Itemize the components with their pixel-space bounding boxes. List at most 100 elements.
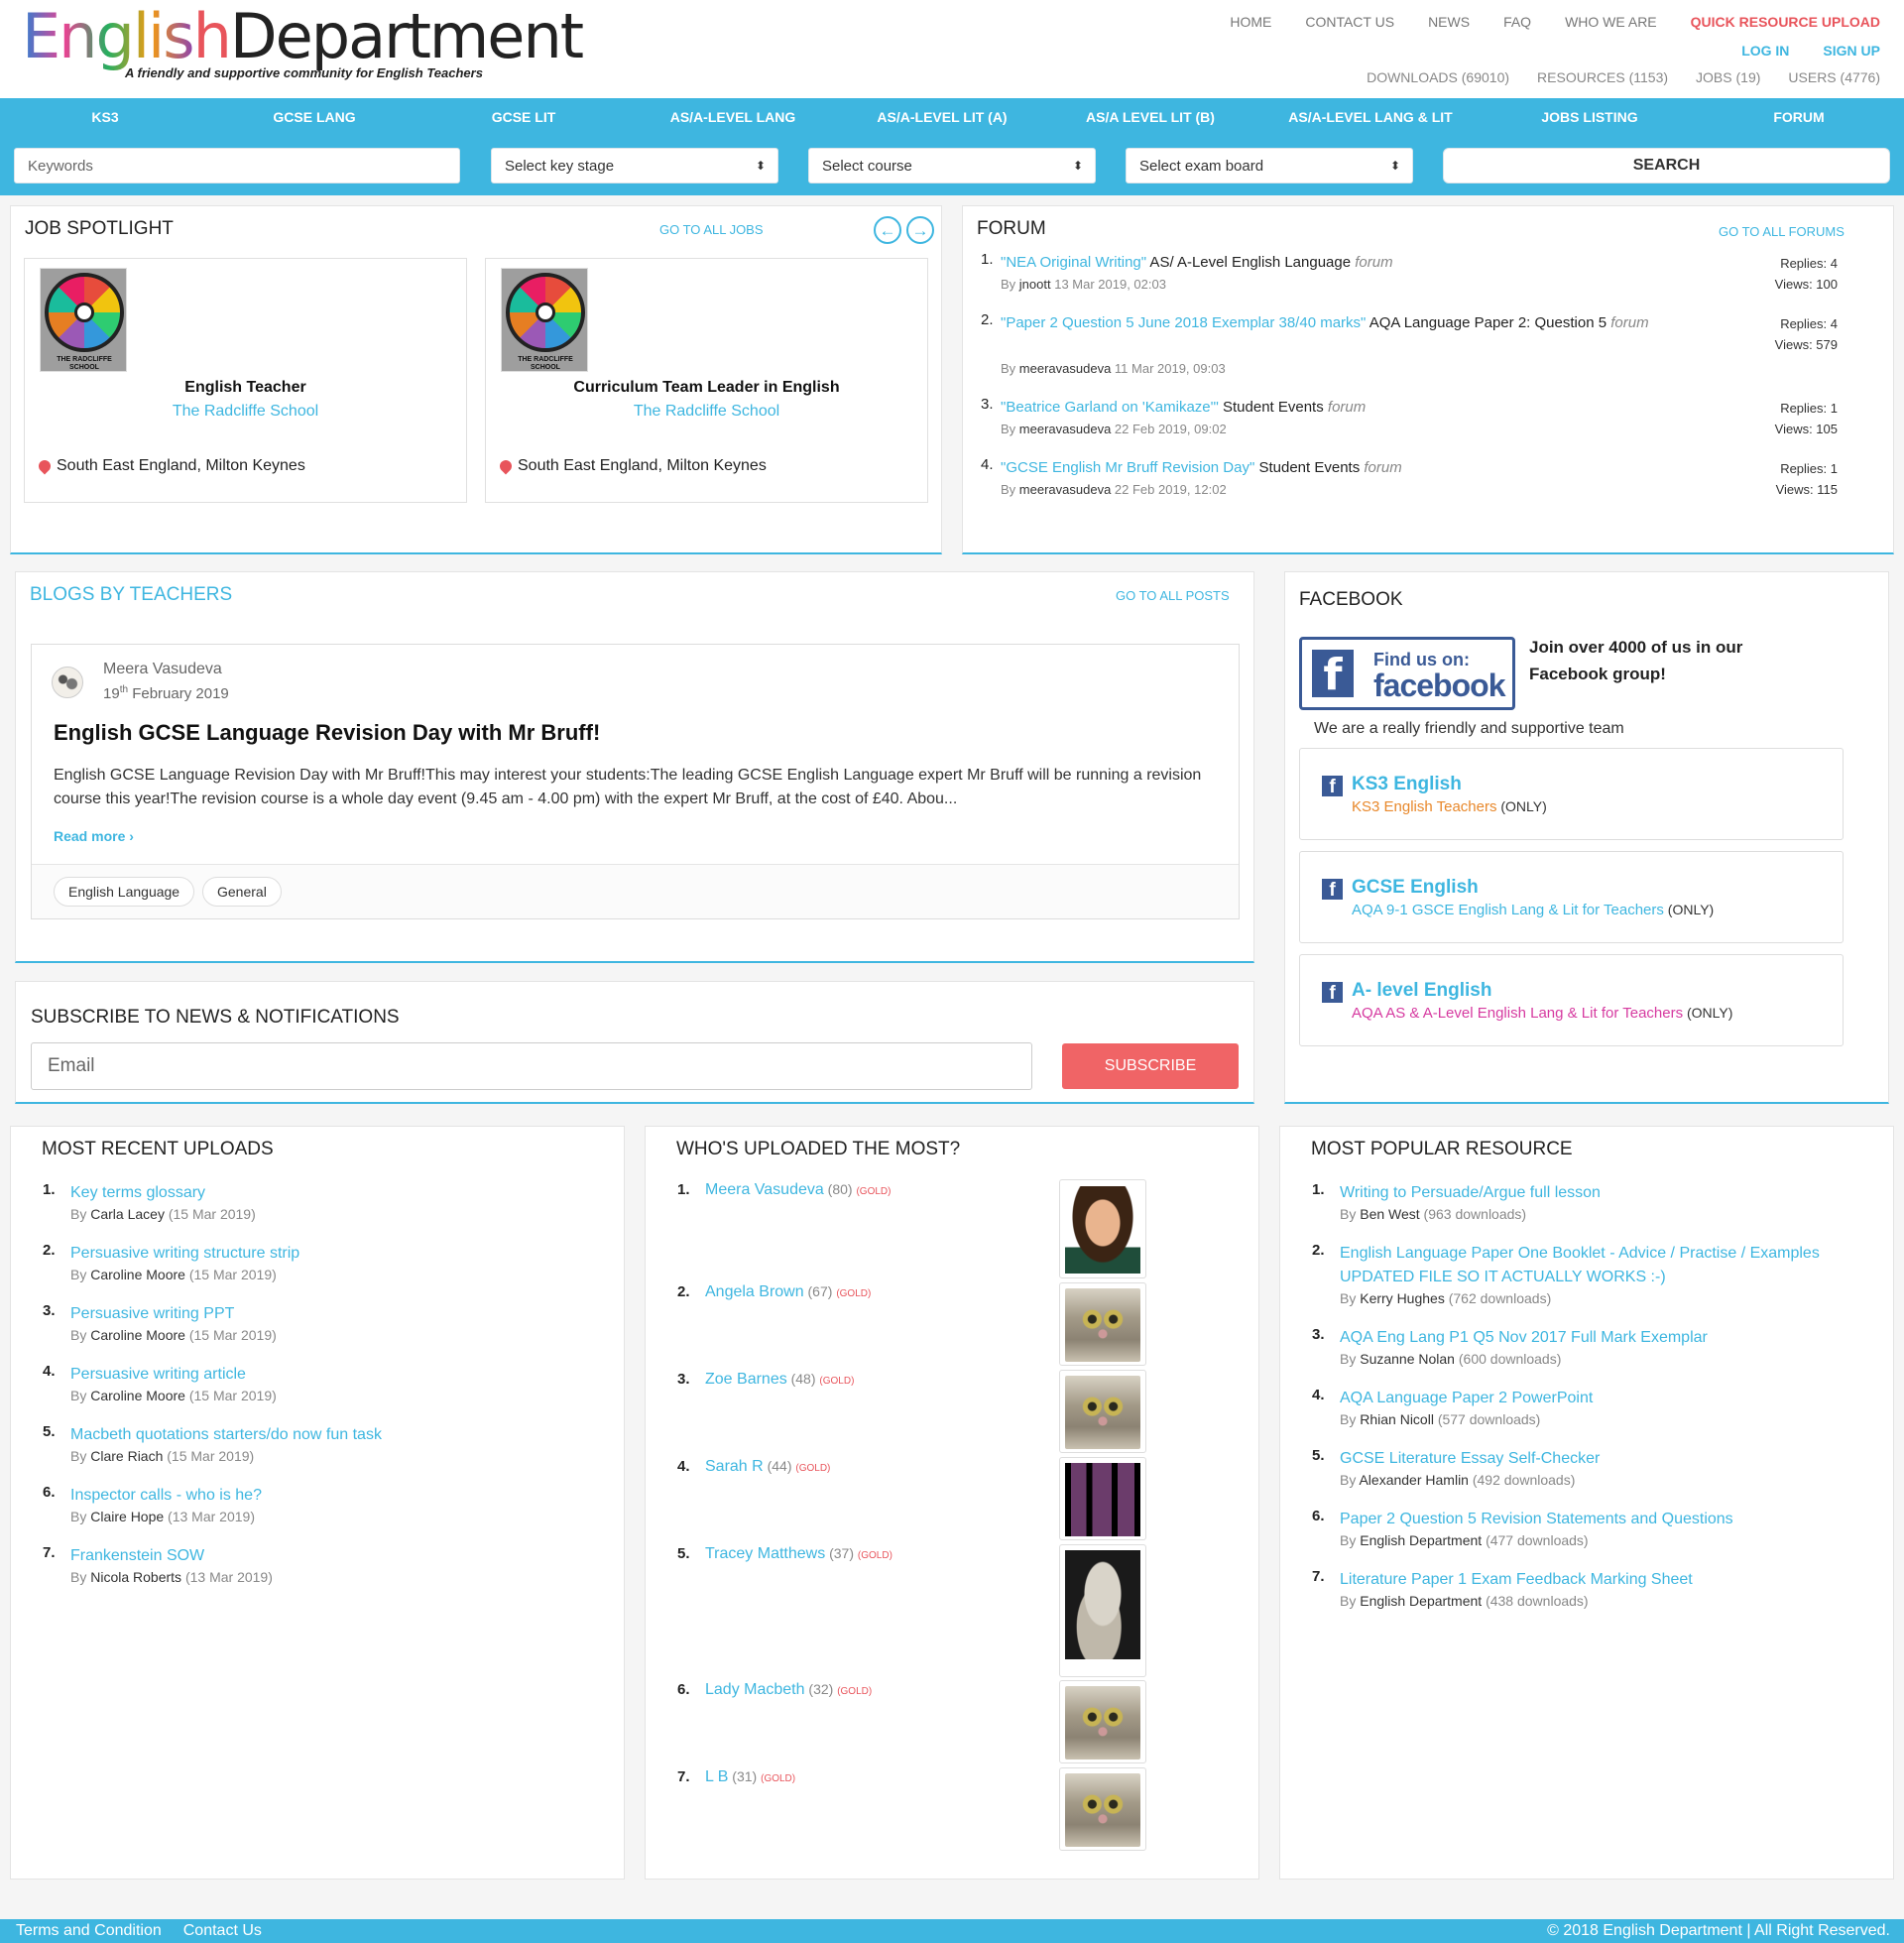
resource-author[interactable]: Nicola Roberts xyxy=(90,1569,181,1585)
resource-author[interactable]: Caroline Moore xyxy=(90,1267,185,1282)
resource-link[interactable]: English Language Paper One Booklet - Adv… xyxy=(1340,1242,1820,1289)
resource-link[interactable]: Frankenstein SOW xyxy=(70,1544,204,1568)
mainnav-as-a-level-lang-lit[interactable]: AS/A-LEVEL LANG & LIT xyxy=(1288,109,1452,125)
resource-link[interactable]: AQA Language Paper 2 PowerPoint xyxy=(1340,1387,1593,1410)
go-to-all-posts-link[interactable]: GO TO ALL POSTS xyxy=(1116,588,1230,603)
search-button[interactable]: SEARCH xyxy=(1443,148,1890,183)
avatar[interactable] xyxy=(1059,1544,1146,1677)
forum-user[interactable]: jnoott xyxy=(1019,277,1051,292)
avatar[interactable] xyxy=(1059,1680,1146,1763)
resource-link[interactable]: Inspector calls - who is he? xyxy=(70,1484,262,1508)
facebook-group-a-level[interactable]: f A- level English AQA AS & A-Level Engl… xyxy=(1299,954,1844,1046)
arrow-left-icon[interactable]: ← xyxy=(874,216,901,244)
nav-contact-us[interactable]: CONTACT US xyxy=(1305,14,1394,30)
mainnav-as-a-level-lit-b[interactable]: AS/A LEVEL LIT (B) xyxy=(1086,109,1215,125)
go-to-all-jobs-link[interactable]: GO TO ALL JOBS xyxy=(659,222,764,237)
forum-thread-link[interactable]: "Paper 2 Question 5 June 2018 Exemplar 3… xyxy=(1001,314,1366,331)
mainnav-gcse-lang[interactable]: GCSE LANG xyxy=(273,109,355,125)
avatar[interactable] xyxy=(1059,1282,1146,1366)
email-field[interactable]: Email xyxy=(31,1042,1032,1090)
mainnav-forum[interactable]: FORUM xyxy=(1773,109,1824,125)
uploader-name[interactable]: L B xyxy=(705,1768,728,1785)
resource-author[interactable]: Ben West xyxy=(1360,1206,1419,1222)
resource-author[interactable]: Kerry Hughes xyxy=(1360,1290,1445,1306)
resource-author[interactable]: Claire Hope xyxy=(90,1509,164,1524)
read-more-link[interactable]: Read more › xyxy=(54,828,134,844)
facebook-banner[interactable]: f Find us on: facebook xyxy=(1299,637,1515,710)
job-school[interactable]: The Radcliffe School xyxy=(25,403,466,421)
nav-quick-resource-upload[interactable]: QUICK RESOURCE UPLOAD xyxy=(1691,14,1880,30)
footer-contact-link[interactable]: Contact Us xyxy=(183,1922,262,1940)
resource-link[interactable]: Writing to Persuade/Argue full lesson xyxy=(1340,1181,1601,1205)
course-select[interactable]: Select course xyxy=(808,148,1096,183)
avatar[interactable] xyxy=(1059,1370,1146,1453)
stat-resources[interactable]: RESOURCES (1153) xyxy=(1537,69,1668,85)
resource-author[interactable]: English Department xyxy=(1360,1593,1482,1609)
job-title[interactable]: English Teacher xyxy=(25,379,466,397)
forum-user[interactable]: meeravasudeva xyxy=(1019,361,1112,376)
site-logo[interactable]: EnglishDepartment A friendly and support… xyxy=(22,6,584,83)
resource-author[interactable]: Alexander Hamlin xyxy=(1359,1472,1469,1488)
nav-faq[interactable]: FAQ xyxy=(1503,14,1531,30)
job-title[interactable]: Curriculum Team Leader in English xyxy=(486,379,927,397)
stat-jobs[interactable]: JOBS (19) xyxy=(1696,69,1760,85)
avatar[interactable] xyxy=(1059,1179,1146,1278)
resource-link[interactable]: Paper 2 Question 5 Revision Statements a… xyxy=(1340,1508,1733,1531)
resource-author[interactable]: Caroline Moore xyxy=(90,1388,185,1403)
blog-post-title[interactable]: English GCSE Language Revision Day with … xyxy=(54,720,600,746)
mainnav-as-a-level-lang[interactable]: AS/A-LEVEL LANG xyxy=(670,109,796,125)
uploader-name[interactable]: Lady Macbeth xyxy=(705,1681,805,1698)
resource-link[interactable]: Key terms glossary xyxy=(70,1181,205,1205)
nav-who-we-are[interactable]: WHO WE ARE xyxy=(1565,14,1657,30)
forum-thread-link[interactable]: "GCSE English Mr Bruff Revision Day" xyxy=(1001,459,1254,476)
resource-link[interactable]: Persuasive writing PPT xyxy=(70,1302,234,1326)
login-link[interactable]: LOG IN xyxy=(1741,43,1789,59)
resource-author[interactable]: Rhian Nicoll xyxy=(1360,1411,1434,1427)
resource-link[interactable]: GCSE Literature Essay Self-Checker xyxy=(1340,1447,1600,1471)
go-to-all-forums-link[interactable]: GO TO ALL FORUMS xyxy=(1719,224,1844,239)
subscribe-button[interactable]: SUBSCRIBE xyxy=(1062,1043,1239,1089)
mainnav-ks3[interactable]: KS3 xyxy=(91,109,118,125)
avatar[interactable] xyxy=(1059,1457,1146,1540)
resource-link[interactable]: Persuasive writing article xyxy=(70,1363,246,1387)
keywords-input[interactable]: Keywords xyxy=(14,148,460,183)
uploader-name[interactable]: Zoe Barnes xyxy=(705,1371,787,1388)
tag-pill[interactable]: General xyxy=(202,877,282,907)
resource-author[interactable]: English Department xyxy=(1360,1532,1482,1548)
arrow-right-icon[interactable]: → xyxy=(906,216,934,244)
resource-link[interactable]: Macbeth quotations starters/do now fun t… xyxy=(70,1423,382,1447)
mainnav-gcse-lit[interactable]: GCSE LIT xyxy=(492,109,556,125)
job-card[interactable]: THE RADCLIFFE SCHOOL English Teacher The… xyxy=(24,258,467,503)
exam-board-select[interactable]: Select exam board xyxy=(1126,148,1413,183)
job-school[interactable]: The Radcliffe School xyxy=(486,403,927,421)
job-card[interactable]: THE RADCLIFFE SCHOOL Curriculum Team Lea… xyxy=(485,258,928,503)
resource-author[interactable]: Caroline Moore xyxy=(90,1327,185,1343)
terms-link[interactable]: Terms and Condition xyxy=(16,1922,162,1940)
tag-pill[interactable]: English Language xyxy=(54,877,195,907)
resource-link[interactable]: Literature Paper 1 Exam Feedback Marking… xyxy=(1340,1568,1693,1592)
nav-home[interactable]: HOME xyxy=(1230,14,1271,30)
signup-link[interactable]: SIGN UP xyxy=(1823,43,1880,59)
stat-downloads[interactable]: DOWNLOADS (69010) xyxy=(1367,69,1509,85)
key-stage-select[interactable]: Select key stage xyxy=(491,148,778,183)
resource-author[interactable]: Suzanne Nolan xyxy=(1360,1351,1455,1367)
resource-author[interactable]: Clare Riach xyxy=(90,1448,163,1464)
resource-author[interactable]: Carla Lacey xyxy=(90,1206,165,1222)
forum-user[interactable]: meeravasudeva xyxy=(1019,482,1112,497)
forum-thread-link[interactable]: "Beatrice Garland on 'Kamikaze'" xyxy=(1001,399,1219,416)
uploader-name[interactable]: Angela Brown xyxy=(705,1283,804,1300)
uploader-name[interactable]: Sarah R xyxy=(705,1458,764,1475)
uploader-name[interactable]: Tracey Matthews xyxy=(705,1545,825,1562)
resource-link[interactable]: Persuasive writing structure strip xyxy=(70,1242,299,1266)
facebook-group-gcse[interactable]: f GCSE English AQA 9-1 GSCE English Lang… xyxy=(1299,851,1844,943)
mainnav-as-a-level-lit-a[interactable]: AS/A-LEVEL LIT (A) xyxy=(877,109,1007,125)
forum-thread-link[interactable]: "NEA Original Writing" xyxy=(1001,254,1146,271)
resource-link[interactable]: AQA Eng Lang P1 Q5 Nov 2017 Full Mark Ex… xyxy=(1340,1326,1708,1350)
uploader-name[interactable]: Meera Vasudeva xyxy=(705,1181,824,1198)
facebook-group-ks3[interactable]: f KS3 English KS3 English Teachers (ONLY… xyxy=(1299,748,1844,840)
avatar[interactable] xyxy=(1059,1767,1146,1851)
nav-news[interactable]: NEWS xyxy=(1428,14,1470,30)
mainnav-jobs-listing[interactable]: JOBS LISTING xyxy=(1541,109,1637,125)
forum-user[interactable]: meeravasudeva xyxy=(1019,422,1112,436)
stat-users[interactable]: USERS (4776) xyxy=(1788,69,1880,85)
